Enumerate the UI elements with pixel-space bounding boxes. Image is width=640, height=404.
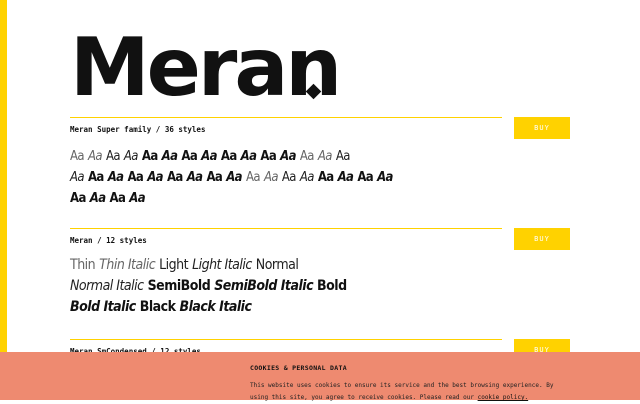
style-sample: Aa	[317, 149, 333, 164]
style-sample: Aa	[70, 170, 85, 185]
style-name: Normal	[255, 257, 299, 273]
style-sample: Aa	[317, 170, 334, 185]
style-name: Black Italic	[179, 299, 252, 315]
left-accent-stripe	[0, 0, 7, 400]
style-name: Thin	[70, 257, 96, 273]
style-sample: Aa	[206, 170, 223, 185]
style-sample: Aa	[87, 170, 104, 185]
style-sample: Aa	[220, 149, 237, 164]
style-sample: Aa	[105, 149, 121, 164]
style-name: Bold	[317, 278, 347, 294]
style-name: Thin Italic	[99, 257, 156, 273]
style-sample: Aa	[70, 149, 85, 164]
cookie-title: COOKIES & PERSONAL DATA	[250, 364, 347, 372]
style-sample: Aa	[337, 170, 354, 185]
style-sample: Aa	[245, 170, 261, 185]
cookie-banner: COOKIES & PERSONAL DATA This website use…	[0, 352, 640, 401]
style-sample: Aa	[299, 149, 315, 164]
cookie-text: This website uses cookies to ensure its …	[250, 380, 570, 404]
style-sample: Aa	[186, 170, 203, 185]
sample-row: Aa Aa Aa Aa Aa Aa Aa Aa Aa Aa Aa Aa Aa Aa Aa	[70, 145, 510, 166]
style-name-row: Bold Italic Black Black Italic	[70, 296, 510, 317]
style-samples: Aa Aa Aa Aa Aa Aa Aa Aa Aa Aa Aa Aa Aa Aa Aa Aa Aa Aa Aa Aa…	[70, 145, 510, 208]
style-name: Bold Italic	[70, 299, 136, 315]
style-sample: Aa	[107, 170, 124, 185]
style-name: Normal Italic	[70, 278, 144, 294]
sample-row: Aa Aa Aa Aa Aa Aa Aa Aa Aa Aa Aa Aa Aa Aa Aa Aa Aa	[70, 166, 510, 187]
style-sample: Aa	[166, 170, 183, 185]
style-sample: Aa	[201, 149, 217, 164]
style-sample: Aa	[70, 191, 86, 206]
style-sample: Aa	[181, 149, 198, 164]
style-sample: Aa	[89, 191, 106, 206]
section-divider	[70, 117, 502, 118]
style-name-row: Thin Thin Italic Light Light Italic Normal	[70, 254, 510, 275]
sample-row: Aa Aa Aa Aa	[70, 187, 510, 208]
style-sample: Aa	[123, 149, 139, 164]
style-name: Black	[139, 299, 176, 315]
style-name: Light	[159, 257, 189, 273]
family-title: Meran Super family / 36 styles	[70, 125, 206, 134]
style-sample: Aa	[109, 191, 126, 206]
style-name: SemiBold	[147, 278, 211, 294]
style-sample: Aa	[280, 149, 296, 164]
style-sample: Aa	[357, 170, 374, 185]
style-names: Thin Thin Italic Light Light Italic Normal No…	[70, 254, 510, 317]
style-sample: Aa	[263, 170, 279, 185]
style-name: SemiBold Italic	[214, 278, 314, 294]
style-sample: Aa	[129, 191, 145, 206]
page-title: Meran	[70, 21, 342, 114]
section-divider	[70, 339, 502, 340]
style-sample: Aa	[161, 149, 178, 164]
style-sample: Aa	[299, 170, 315, 185]
style-name: Light Italic	[192, 257, 252, 273]
style-sample: Aa	[127, 170, 144, 185]
style-sample: Aa	[335, 149, 351, 164]
style-sample: Aa	[87, 149, 103, 164]
style-sample: Aa	[281, 170, 297, 185]
style-sample: Aa	[141, 149, 158, 164]
style-sample: Aa	[147, 170, 163, 185]
style-name-row: Normal Italic SemiBold SemiBold Italic Bold	[70, 275, 510, 296]
style-sample: Aa	[377, 170, 393, 185]
family-title: Meran / 12 styles	[70, 236, 147, 245]
buy-button[interactable]: BUY	[514, 117, 570, 139]
buy-button[interactable]: BUY	[514, 228, 570, 250]
style-sample: Aa	[240, 149, 257, 164]
style-sample: Aa	[226, 170, 242, 185]
style-sample: Aa	[260, 149, 277, 164]
section-divider	[70, 228, 502, 229]
